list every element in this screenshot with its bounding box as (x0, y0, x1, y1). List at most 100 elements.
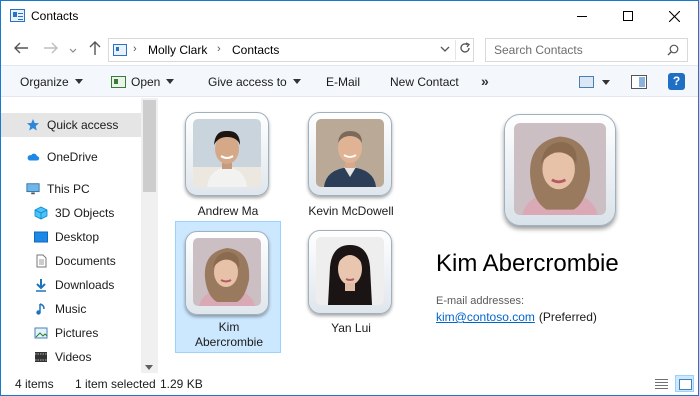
contact-tile-kevin-mcdowell[interactable]: Kevin McDowell (298, 102, 404, 234)
document-icon (36, 254, 47, 268)
new-contact-button[interactable]: New Contact (390, 75, 459, 89)
open-icon (111, 76, 126, 88)
help-icon[interactable]: ? (668, 73, 685, 90)
chevron-down-icon (440, 46, 450, 52)
give-access-button[interactable]: Give access to (208, 75, 301, 89)
contact-photo-frame (308, 112, 392, 196)
large-icons-view-button[interactable] (675, 375, 694, 392)
sidebar-item-label: Documents (55, 254, 116, 268)
preview-photo-frame (504, 114, 616, 226)
navigation-scrollbar[interactable] (141, 98, 158, 373)
sidebar-item-label: OneDrive (47, 150, 98, 164)
video-icon (35, 352, 47, 362)
command-bar: Organize Open Give access to E-Mail New … (1, 65, 698, 97)
recent-locations-button[interactable] (69, 44, 77, 58)
organize-label: Organize (20, 75, 69, 89)
sidebar-item-this-pc[interactable]: This PC (1, 177, 141, 201)
contact-photo-andrew-ma (193, 119, 261, 187)
sidebar-item-label: Videos (55, 350, 92, 364)
star-icon (27, 119, 39, 131)
more-commands-button[interactable]: » (481, 73, 489, 89)
sidebar-item-pictures[interactable]: Pictures (1, 321, 141, 345)
sidebar-item-3d-objects[interactable]: 3D Objects (1, 201, 141, 225)
navigation-pane: Quick access OneDrive This PC 3D Objects… (1, 98, 158, 373)
give-access-label: Give access to (208, 75, 287, 89)
window-title: Contacts (31, 9, 79, 23)
contacts-folder-icon (10, 9, 25, 22)
minimize-button[interactable] (559, 1, 605, 31)
download-icon (36, 279, 46, 292)
open-label: Open (131, 75, 161, 89)
selection-status: 1 item selected (75, 377, 156, 391)
contact-name-line2: Abercrombie (194, 335, 264, 349)
contact-photo-frame (308, 230, 392, 314)
details-view-button[interactable] (653, 376, 670, 391)
contact-tile-kim-abercrombie[interactable]: Kim Abercrombie (175, 221, 281, 353)
scroll-down-arrow-icon[interactable] (145, 365, 153, 370)
sidebar-item-quick-access[interactable]: Quick access (1, 113, 141, 137)
status-bar: 4 items 1 item selected 1.29 KB (1, 373, 698, 395)
contacts-view: Andrew Ma Kevin McDowell Kim Abercrombie… (158, 98, 423, 373)
contact-name: Andrew Ma (197, 204, 259, 218)
breadcrumb-separator[interactable]: › (217, 43, 221, 55)
address-history-dropdown[interactable] (440, 42, 450, 59)
forward-arrow-icon (44, 42, 58, 54)
new-contact-label: New Contact (390, 75, 459, 89)
sidebar-item-music[interactable]: Music (1, 297, 141, 321)
preview-email-row: kim@contoso.com (Preferred) (436, 310, 597, 324)
change-view-icon[interactable] (579, 76, 594, 88)
item-count: 4 items (15, 377, 54, 391)
up-button[interactable] (88, 40, 102, 59)
breadcrumb-separator[interactable]: › (133, 43, 137, 55)
cloud-icon (27, 153, 40, 161)
scroll-thumb[interactable] (143, 100, 156, 192)
selection-size: 1.29 KB (160, 377, 203, 391)
sidebar-item-label: Pictures (55, 326, 99, 340)
contact-photo-kim-abercrombie (193, 238, 261, 306)
sidebar-item-downloads[interactable]: Downloads (1, 273, 141, 297)
breadcrumb-contacts[interactable]: Contacts (232, 43, 279, 57)
preview-contact-name: Kim Abercrombie (436, 250, 619, 277)
back-button[interactable] (13, 41, 29, 58)
breadcrumb-molly-clark[interactable]: Molly Clark (148, 43, 207, 57)
sidebar-item-label: This PC (47, 182, 90, 196)
up-arrow-icon (89, 41, 101, 55)
sidebar-item-documents[interactable]: Documents (1, 249, 141, 273)
contact-name: Kevin McDowell (308, 204, 394, 218)
contacts-location-icon (113, 44, 127, 56)
preferred-tag: (Preferred) (538, 310, 597, 324)
contact-name: Yan Lui (331, 321, 371, 335)
preview-pane-toggle-icon[interactable] (631, 75, 647, 89)
sidebar-item-label: Downloads (55, 278, 115, 292)
chevron-down-icon[interactable] (602, 80, 610, 85)
minimize-icon (577, 15, 587, 17)
contact-photo-kevin-mcdowell (316, 119, 384, 187)
sidebar-item-desktop[interactable]: Desktop (1, 225, 141, 249)
maximize-button[interactable] (605, 1, 651, 31)
email-addresses-label: E-mail addresses: (436, 295, 525, 307)
maximize-icon (623, 11, 633, 21)
refresh-icon (459, 42, 470, 53)
sidebar-item-label: Quick access (47, 118, 119, 132)
organize-button[interactable]: Organize (20, 75, 83, 89)
contact-tile-andrew-ma[interactable]: Andrew Ma (175, 102, 281, 234)
sidebar-item-onedrive[interactable]: OneDrive (1, 145, 141, 169)
email-link[interactable]: kim@contoso.com (436, 310, 535, 324)
email-button[interactable]: E-Mail (326, 75, 360, 89)
refresh-button[interactable] (455, 40, 473, 60)
open-button[interactable]: Open (131, 75, 175, 89)
contact-photo-yan-lui (316, 237, 384, 305)
chevron-down-icon (74, 79, 83, 84)
sidebar-item-videos[interactable]: Videos (1, 345, 141, 369)
address-bar[interactable]: › Molly Clark › Contacts (108, 38, 474, 62)
close-button[interactable] (651, 1, 697, 31)
search-icon[interactable] (667, 44, 679, 56)
sidebar-item-label: 3D Objects (55, 206, 115, 220)
search-placeholder: Search Contacts (494, 43, 583, 57)
contact-tile-yan-lui[interactable]: Yan Lui (298, 221, 404, 353)
search-input[interactable]: Search Contacts (485, 38, 688, 62)
forward-button[interactable] (43, 41, 59, 58)
contact-name-line1: Kim (218, 320, 240, 334)
back-arrow-icon (14, 42, 28, 54)
desktop-icon (34, 231, 48, 243)
